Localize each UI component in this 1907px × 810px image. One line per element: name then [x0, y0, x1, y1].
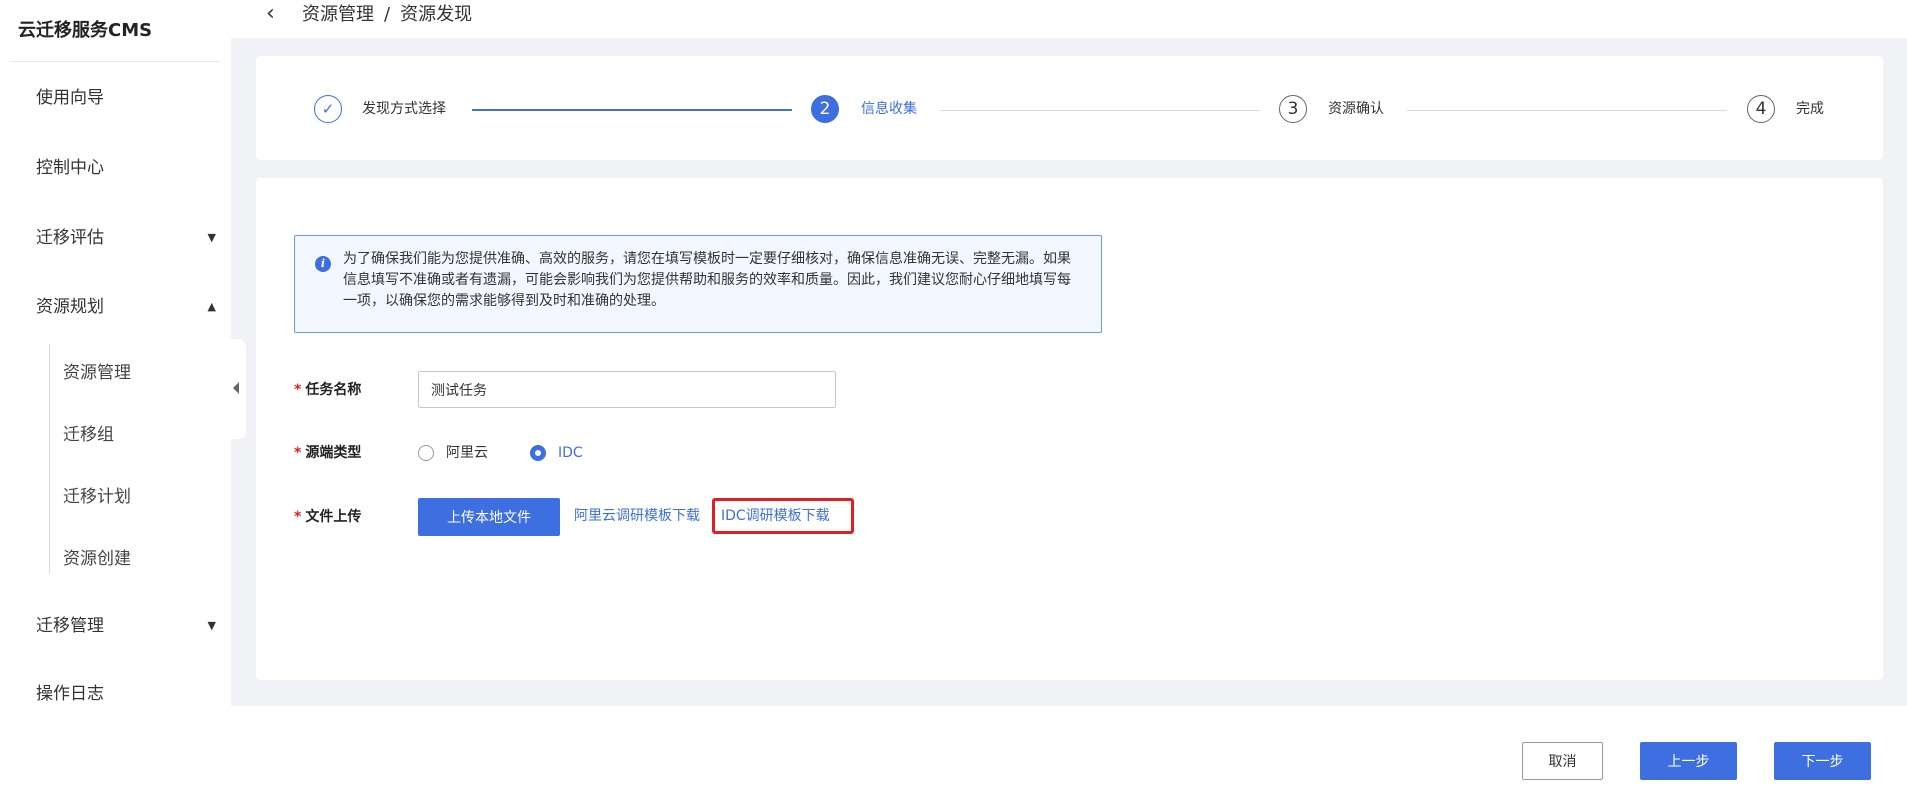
back-icon[interactable]: ‹: [266, 2, 275, 26]
step-connector: [1407, 110, 1727, 111]
radio-idc-label[interactable]: IDC: [558, 443, 583, 463]
step-connector: [472, 109, 792, 111]
sidebar-item-label: 迁移评估: [36, 228, 104, 248]
upload-local-file-button[interactable]: 上传本地文件: [418, 498, 560, 536]
task-name-input[interactable]: [418, 371, 836, 408]
sidebar-subitem-resource-creation[interactable]: 资源创建: [63, 546, 131, 572]
highlight-box: [712, 498, 854, 534]
sidebar-subitem-resource-management[interactable]: 资源管理: [63, 360, 131, 386]
top-bar: [231, 0, 1907, 38]
caret-up-icon: ▲: [207, 300, 216, 313]
sidebar-collapse-toggle[interactable]: [228, 339, 246, 439]
breadcrumb-item-resource-management[interactable]: 资源管理: [302, 4, 374, 25]
step-3-label: 资源确认: [1328, 101, 1384, 117]
step-4-number: 4: [1747, 95, 1775, 123]
submenu-guide-line: [49, 344, 50, 574]
sidebar-item-guide[interactable]: 使用向导: [36, 85, 216, 111]
sidebar-subitem-migration-plan[interactable]: 迁移计划: [63, 484, 131, 510]
step-4-label: 完成: [1796, 101, 1824, 117]
step-2-number: 2: [811, 95, 839, 123]
sidebar-item-label: 控制中心: [36, 158, 104, 178]
sidebar-item-migration-management[interactable]: 迁移管理 ▼: [36, 613, 216, 639]
info-notice: i 为了确保我们能为您提供准确、高效的服务，请您在填写模板时一定要仔细核对，确保…: [294, 235, 1102, 333]
brand-divider: [10, 61, 220, 62]
file-upload-label: * 文件上传: [294, 509, 362, 525]
steps-card: [256, 56, 1883, 160]
breadcrumb: 资源管理 / 资源发现: [302, 3, 482, 27]
collapse-arrow-icon: [233, 382, 239, 394]
radio-aliyun[interactable]: [418, 445, 434, 461]
sidebar-item-label: 使用向导: [36, 88, 104, 108]
required-mark: *: [294, 382, 302, 398]
cancel-button[interactable]: 取消: [1522, 742, 1603, 780]
breadcrumb-separator: /: [384, 4, 391, 25]
sidebar-item-label: 资源规划: [36, 297, 104, 317]
radio-idc-selected[interactable]: [530, 445, 546, 461]
sidebar-item-label: 操作日志: [36, 684, 104, 704]
required-mark: *: [294, 509, 302, 525]
brand-title: 云迁移服务CMS: [18, 20, 153, 41]
radio-aliyun-label[interactable]: 阿里云: [446, 443, 488, 463]
task-name-label: * 任务名称: [294, 382, 362, 398]
step-2-label: 信息收集: [861, 101, 917, 117]
previous-step-button[interactable]: 上一步: [1640, 742, 1737, 780]
step-1-label: 发现方式选择: [362, 101, 446, 117]
sidebar-item-operation-log[interactable]: 操作日志: [36, 681, 216, 707]
sidebar-item-migration-assessment[interactable]: 迁移评估 ▼: [36, 225, 216, 251]
next-step-button[interactable]: 下一步: [1774, 742, 1871, 780]
sidebar-item-resource-planning[interactable]: 资源规划 ▲: [36, 294, 216, 320]
notice-text: 为了确保我们能为您提供准确、高效的服务，请您在填写模板时一定要仔细核对，确保信息…: [343, 251, 1071, 309]
info-icon: i: [315, 256, 331, 272]
step-3-number: 3: [1279, 95, 1307, 123]
step-connector: [940, 110, 1260, 111]
sidebar: 云迁移服务CMS 使用向导 控制中心 迁移评估 ▼ 资源规划 ▲ 资源管理 迁移…: [0, 0, 231, 810]
required-mark: *: [294, 445, 302, 461]
step-1-check-icon: ✓: [314, 95, 342, 123]
source-type-label: * 源端类型: [294, 445, 362, 461]
breadcrumb-item-resource-discovery: 资源发现: [400, 4, 473, 25]
sidebar-item-control-center[interactable]: 控制中心: [36, 155, 216, 181]
aliyun-template-download-link[interactable]: 阿里云调研模板下载: [574, 506, 700, 526]
sidebar-item-label: 迁移管理: [36, 616, 104, 636]
sidebar-subitem-migration-group[interactable]: 迁移组: [63, 422, 114, 448]
caret-down-icon: ▼: [207, 619, 216, 632]
caret-down-icon: ▼: [207, 231, 216, 244]
